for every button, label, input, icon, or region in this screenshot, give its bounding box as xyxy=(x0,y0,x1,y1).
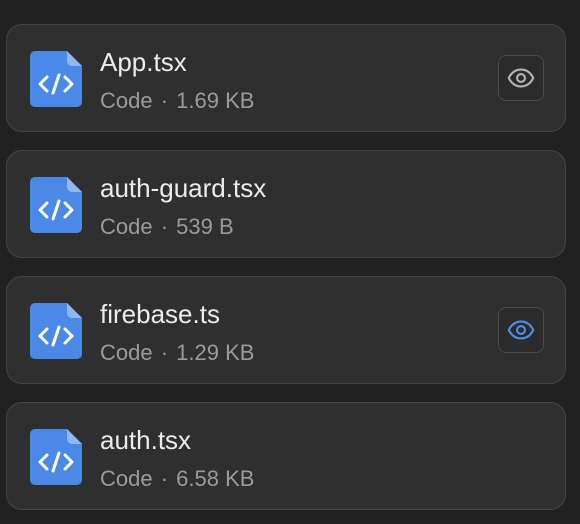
file-card-auth-tsx[interactable]: auth.tsx Code · 6.58 KB xyxy=(6,402,566,510)
code-file-icon xyxy=(30,177,82,233)
code-file-icon xyxy=(30,429,82,485)
file-type: Code xyxy=(100,214,153,239)
file-card-app-tsx[interactable]: App.tsx Code · 1.69 KB xyxy=(6,24,566,132)
file-name: firebase.ts xyxy=(100,299,220,329)
file-name: auth.tsx xyxy=(100,425,192,455)
eye-icon xyxy=(507,316,535,344)
meta-separator: · xyxy=(160,88,169,113)
file-meta: Code · 1.29 KB xyxy=(100,340,254,366)
file-name: auth-guard.tsx xyxy=(100,173,267,203)
file-size: 1.69 KB xyxy=(176,88,255,113)
file-name: App.tsx xyxy=(100,47,187,77)
file-size: 1.29 KB xyxy=(176,340,255,365)
meta-separator: · xyxy=(160,214,169,239)
file-meta: Code · 539 B xyxy=(100,214,234,240)
meta-separator: · xyxy=(160,466,169,491)
file-list: App.tsx Code · 1.69 KB auth-guard.tsx Co… xyxy=(0,0,580,524)
preview-button[interactable] xyxy=(498,55,544,101)
file-type: Code xyxy=(100,340,153,365)
file-meta: Code · 1.69 KB xyxy=(100,88,254,114)
preview-button-active[interactable] xyxy=(498,307,544,353)
file-card-firebase-ts[interactable]: firebase.ts Code · 1.29 KB xyxy=(6,276,566,384)
eye-icon xyxy=(507,64,535,92)
file-type: Code xyxy=(100,88,153,113)
file-meta: Code · 6.58 KB xyxy=(100,466,254,492)
code-file-icon xyxy=(30,303,82,359)
file-size: 539 B xyxy=(176,214,234,239)
meta-separator: · xyxy=(160,340,169,365)
code-file-icon xyxy=(30,51,82,107)
file-card-auth-guard-tsx[interactable]: auth-guard.tsx Code · 539 B xyxy=(6,150,566,258)
file-type: Code xyxy=(100,466,153,491)
file-size: 6.58 KB xyxy=(176,466,255,491)
